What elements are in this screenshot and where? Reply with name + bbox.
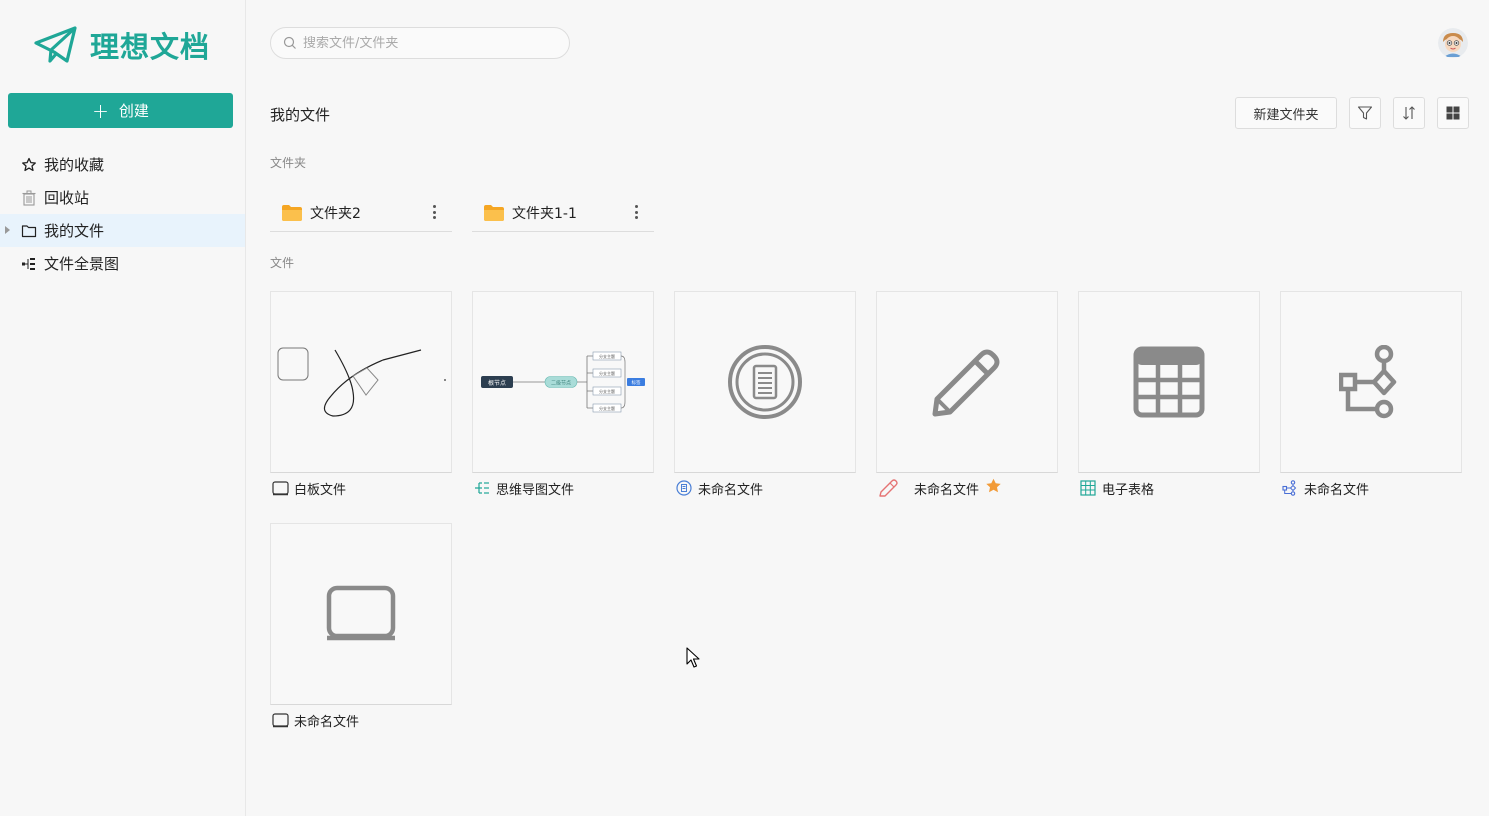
whiteboard-icon — [326, 585, 396, 641]
search-input[interactable] — [303, 35, 543, 51]
folders-section-label: 文件夹 — [270, 156, 307, 170]
table-icon — [1079, 480, 1097, 496]
file-card[interactable]: 未命名文件 — [876, 291, 1058, 503]
flowchart-icon — [1281, 480, 1299, 496]
sidebar-item-favorites[interactable]: 我的收藏 — [0, 148, 245, 181]
star-outline-icon — [21, 157, 37, 173]
file-label: 未命名文件 — [270, 705, 452, 735]
file-label: 未命名文件 — [876, 473, 1058, 503]
pencil-icon — [877, 479, 899, 497]
file-card[interactable]: 未命名文件 — [270, 523, 452, 735]
file-name: 未命名文件 — [914, 482, 980, 498]
file-label: 白板文件 — [270, 473, 452, 503]
folder-icon — [282, 205, 302, 221]
whiteboard-sketch-preview — [277, 347, 446, 417]
file-thumbnail: 根节点 二级节点 分支主题 分支主题 分支主题 分支主题 标签 — [472, 291, 654, 473]
whiteboard-icon — [271, 480, 289, 496]
file-thumbnail — [674, 291, 856, 473]
document-circle-icon — [675, 480, 693, 496]
more-vertical-icon[interactable] — [432, 205, 436, 219]
file-thumbnail — [876, 291, 1058, 473]
table-icon — [1133, 346, 1205, 418]
create-button[interactable]: + 创建 — [8, 93, 233, 128]
folder-name: 文件夹1-1 — [512, 206, 577, 222]
file-label: 未命名文件 — [1280, 473, 1462, 503]
search-icon — [283, 36, 296, 49]
file-name: 电子表格 — [1102, 482, 1155, 498]
create-label: 创建 — [118, 102, 149, 120]
file-thumbnail — [1078, 291, 1260, 473]
document-circle-icon — [728, 345, 802, 419]
sidebar-item-label: 我的文件 — [44, 222, 105, 240]
mindmap-branch-text: 分支主题 — [599, 353, 615, 359]
file-card[interactable]: 根节点 二级节点 分支主题 分支主题 分支主题 分支主题 标签 思维导图文件 — [472, 291, 654, 503]
sort-button[interactable] — [1393, 97, 1425, 129]
file-card[interactable]: 白板文件 — [270, 291, 452, 503]
mindmap-branch-text: 分支主题 — [599, 388, 615, 394]
trash-icon — [21, 190, 37, 206]
mindmap-root-text: 根节点 — [488, 379, 506, 387]
sidebar-nav: 我的收藏 回收站 我的文件 文件全景图 — [0, 148, 245, 280]
new-folder-label: 新建文件夹 — [1253, 107, 1319, 123]
file-name: 思维导图文件 — [496, 482, 575, 498]
app-title: 理想文档 — [90, 30, 211, 64]
whiteboard-icon — [271, 712, 289, 728]
caret-right-icon[interactable] — [5, 226, 10, 234]
sidebar-item-label: 回收站 — [44, 189, 90, 207]
sort-icon — [1403, 106, 1415, 120]
file-name: 未命名文件 — [294, 714, 360, 730]
grid-view-button[interactable] — [1437, 97, 1469, 129]
file-card[interactable]: 未命名文件 — [674, 291, 856, 503]
mindmap-icon — [473, 480, 491, 496]
file-card[interactable]: 未命名文件 — [1280, 291, 1462, 503]
sidebar-item-my-files[interactable]: 我的文件 — [0, 214, 245, 247]
mouse-cursor-icon — [686, 647, 700, 668]
folder-name: 文件夹2 — [310, 206, 361, 222]
file-name: 白板文件 — [294, 482, 347, 498]
mindmap-branch-text: 分支主题 — [599, 405, 615, 411]
star-filled-icon[interactable] — [985, 478, 1002, 498]
search-box[interactable] — [270, 27, 570, 59]
mindmap-tag-text: 标签 — [632, 379, 641, 386]
file-thumbnail — [270, 291, 452, 473]
file-name: 未命名文件 — [698, 482, 764, 498]
folder-outline-icon — [21, 223, 37, 239]
new-folder-button[interactable]: 新建文件夹 — [1235, 97, 1337, 129]
sidebar: 理想文档 + 创建 我的收藏 回收站 我的文件 文件全景图 — [0, 0, 246, 816]
file-label: 未命名文件 — [674, 473, 856, 503]
paper-plane-icon — [34, 26, 77, 63]
avatar[interactable] — [1438, 28, 1468, 58]
pencil-icon — [932, 349, 1000, 417]
mindmap-center-text: 二级节点 — [551, 380, 571, 387]
filter-button[interactable] — [1349, 97, 1381, 129]
sidebar-item-trash[interactable]: 回收站 — [0, 181, 245, 214]
file-card[interactable]: 电子表格 — [1078, 291, 1260, 503]
sidebar-item-label: 我的收藏 — [44, 156, 105, 174]
files-section-label: 文件 — [270, 256, 295, 270]
file-thumbnail — [1280, 291, 1462, 473]
grid-icon — [1446, 106, 1460, 120]
folder-item[interactable]: 文件夹1-1 — [472, 195, 654, 232]
mindmap-preview: 根节点 二级节点 分支主题 分支主题 分支主题 分支主题 标签 — [481, 351, 645, 413]
page-title: 我的文件 — [270, 106, 331, 124]
sidebar-item-file-overview[interactable]: 文件全景图 — [0, 247, 245, 280]
file-label: 思维导图文件 — [472, 473, 654, 503]
flowchart-icon — [1339, 345, 1397, 419]
file-name: 未命名文件 — [1304, 482, 1370, 498]
filter-icon — [1357, 106, 1373, 120]
folder-icon — [484, 205, 504, 221]
sidebar-item-label: 文件全景图 — [44, 255, 120, 273]
file-thumbnail — [270, 523, 452, 705]
folder-item[interactable]: 文件夹2 — [270, 195, 452, 232]
more-vertical-icon[interactable] — [634, 205, 638, 219]
file-label: 电子表格 — [1078, 473, 1260, 503]
mindmap-branch-text: 分支主题 — [599, 370, 615, 376]
plus-icon: + — [92, 98, 109, 123]
tree-icon — [21, 256, 37, 272]
app-logo[interactable]: 理想文档 — [34, 24, 210, 66]
